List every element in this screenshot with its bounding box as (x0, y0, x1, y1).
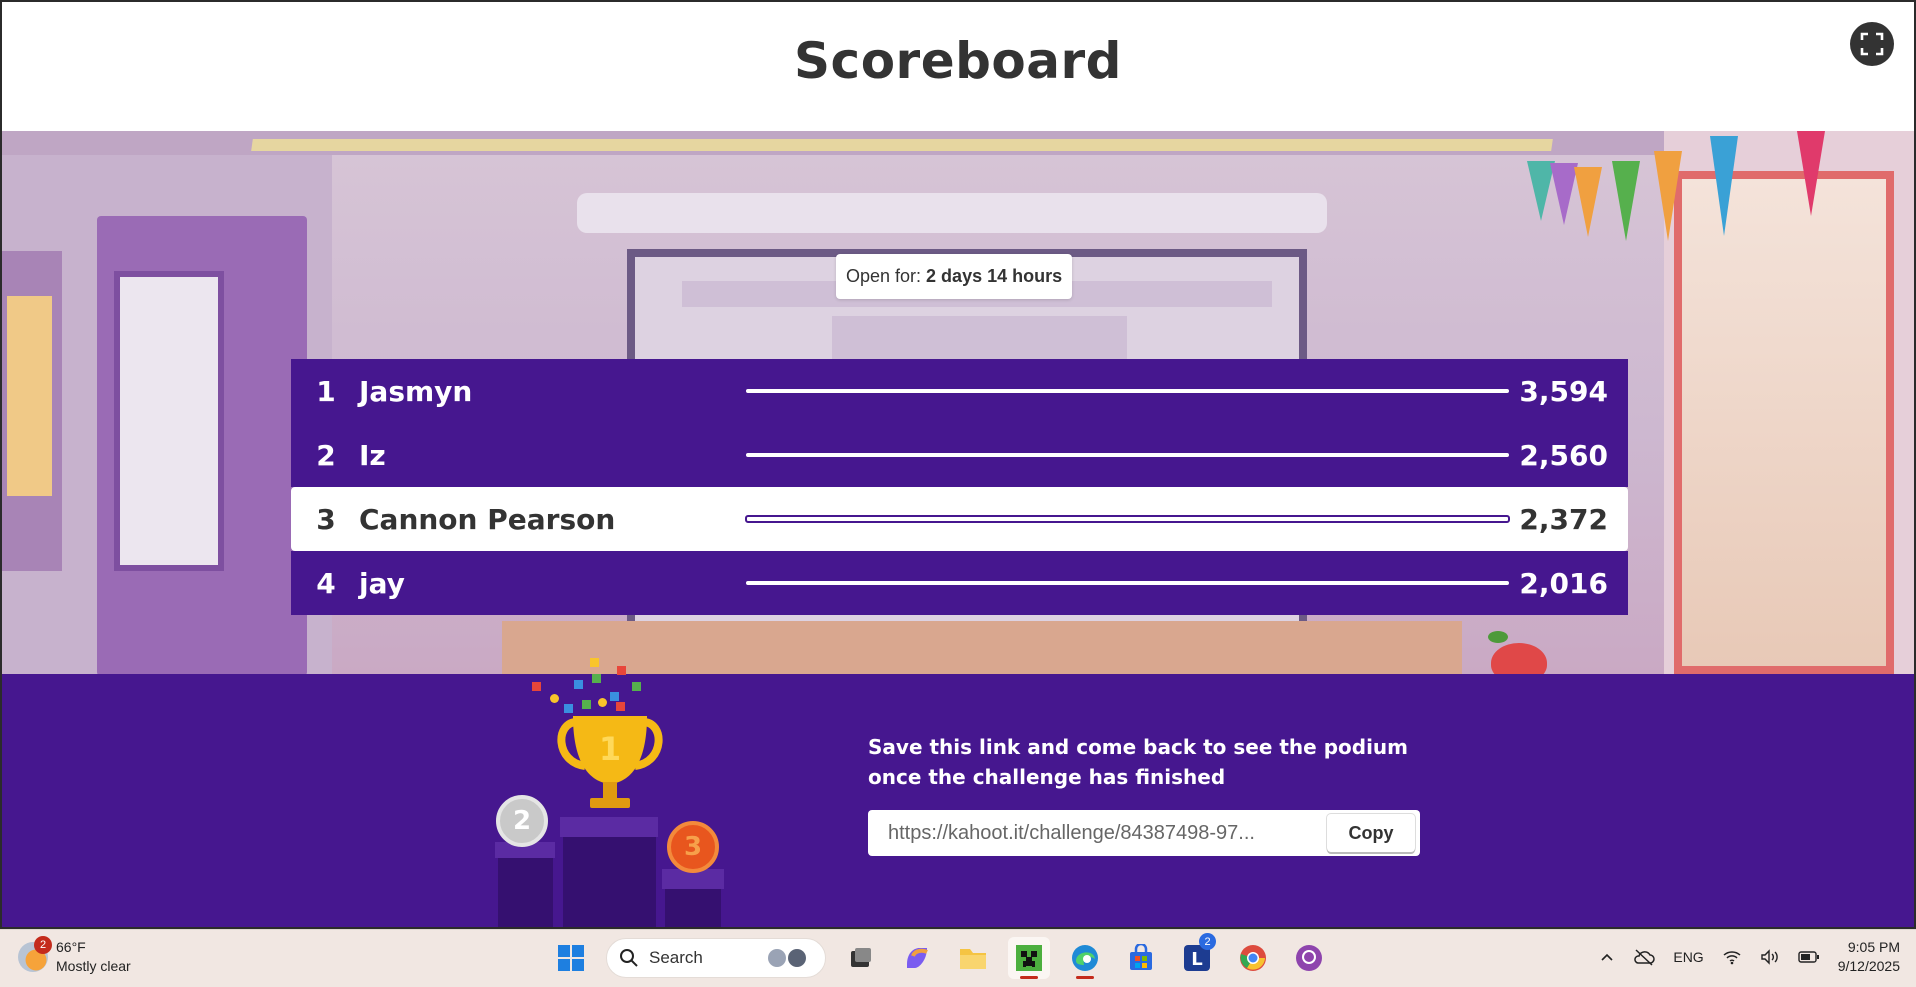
chrome-button[interactable] (1232, 937, 1274, 979)
score-bar (745, 388, 1510, 394)
task-view-icon (851, 948, 871, 967)
volume-icon[interactable] (1760, 949, 1780, 965)
score-bar-fill (745, 515, 1510, 523)
clock-date: 9/12/2025 (1837, 958, 1900, 974)
search-icon (620, 949, 638, 967)
score-bar-fill (745, 580, 1510, 586)
open-for-badge: Open for: 2 days 14 hours (836, 254, 1073, 299)
score-bar-fill (745, 388, 1510, 394)
player-rank: 3 (316, 502, 336, 536)
leaderboard-row: 1 Jasmyn 3,594 (291, 359, 1628, 423)
battery-icon[interactable] (1798, 950, 1820, 964)
player-rank: 2 (316, 438, 336, 472)
store-button[interactable] (1120, 937, 1162, 979)
taskbar-search[interactable]: Search (606, 938, 826, 978)
weather-widget[interactable]: 2 66°F Mostly clear (18, 936, 131, 976)
save-link-message: Save this link and come back to see the … (868, 735, 1408, 789)
leaderboard: 1 Jasmyn 3,594 2 Iz 2,560 3 Cannon Pearson 2,372… (291, 359, 1628, 615)
taskbar: 2 66°F Mostly clear Search L 2 ENG 9:05 … (0, 929, 1916, 987)
player-score: 2,560 (1519, 438, 1608, 472)
score-bar (745, 515, 1510, 523)
trophy-icon: 1 (557, 716, 663, 808)
open-for-label: Open for: (846, 266, 922, 286)
leaderboard-row: 3 Cannon Pearson 2,372 (291, 487, 1628, 551)
search-highlight-icon (768, 949, 806, 967)
github-icon (1296, 945, 1322, 971)
page-title: Scoreboard (794, 32, 1122, 90)
svg-text:1: 1 (599, 730, 621, 768)
open-for-value: 2 days 14 hours (926, 266, 1063, 286)
challenge-link-box: https://kahoot.it/challenge/84387498-97.… (868, 810, 1420, 856)
copilot-button[interactable] (896, 937, 938, 979)
fullscreen-icon (1860, 32, 1884, 56)
score-bar-fill (745, 452, 1510, 458)
chevron-up-icon[interactable] (1599, 949, 1615, 965)
app-window: Scoreboard Open for: 2 days 14 hours 1 J… (2, 2, 1914, 927)
windows-icon (558, 945, 584, 971)
score-bar (745, 580, 1510, 586)
task-view-button[interactable] (840, 937, 882, 979)
edge-icon (1072, 945, 1098, 971)
header: Scoreboard (2, 2, 1914, 131)
creeper-icon (1016, 945, 1042, 971)
lexia-button[interactable]: L 2 (1176, 933, 1218, 979)
taskbar-apps: Search L 2 (550, 933, 1330, 979)
player-score: 3,594 (1519, 374, 1608, 408)
player-rank: 4 (316, 566, 336, 600)
player-name: Cannon Pearson (359, 502, 616, 536)
silver-medal: 2 (496, 795, 548, 847)
folder-icon (960, 949, 986, 969)
fullscreen-button[interactable] (1850, 22, 1894, 66)
score-bar (745, 452, 1510, 458)
player-score: 2,016 (1519, 566, 1608, 600)
store-icon (1130, 944, 1152, 970)
language-indicator[interactable]: ENG (1673, 949, 1703, 965)
player-rank: 1 (316, 374, 336, 408)
copy-button[interactable]: Copy (1327, 814, 1415, 852)
edge-button[interactable] (1064, 937, 1106, 979)
weather-icon: 2 (18, 936, 52, 972)
chrome-icon (1240, 945, 1266, 971)
podium-section: 1 2 3 Save this link and come back to se… (2, 658, 1914, 927)
system-tray: ENG 9:05 PM 9/12/2025 (1599, 938, 1900, 976)
wifi-icon[interactable] (1722, 949, 1742, 965)
apple-icon (1491, 643, 1547, 674)
svg-text:L: L (1191, 949, 1202, 970)
clock-time: 9:05 PM (1847, 939, 1900, 955)
minecraft-button[interactable] (1008, 937, 1050, 979)
challenge-link-text[interactable]: https://kahoot.it/challenge/84387498-97.… (868, 822, 1323, 845)
leaderboard-row: 2 Iz 2,560 (291, 423, 1628, 487)
bronze-medal: 3 (667, 821, 719, 873)
file-explorer-button[interactable] (952, 937, 994, 979)
player-name: Iz (359, 438, 386, 472)
copilot-icon (907, 948, 928, 968)
player-name: Jasmyn (359, 374, 473, 408)
player-name: jay (359, 566, 405, 600)
github-button[interactable] (1288, 937, 1330, 979)
start-button[interactable] (550, 937, 592, 979)
weather-temp: 66°F (56, 939, 86, 955)
clock[interactable]: 9:05 PM 9/12/2025 (1838, 938, 1900, 976)
app-badge: 2 (1199, 933, 1216, 950)
player-score: 2,372 (1519, 502, 1608, 536)
leaderboard-row: 4 jay 2,016 (291, 551, 1628, 615)
cloud-offline-icon[interactable] (1633, 948, 1656, 966)
weather-desc: Mostly clear (56, 958, 131, 974)
weather-badge: 2 (34, 936, 52, 954)
search-label: Search (649, 948, 703, 967)
